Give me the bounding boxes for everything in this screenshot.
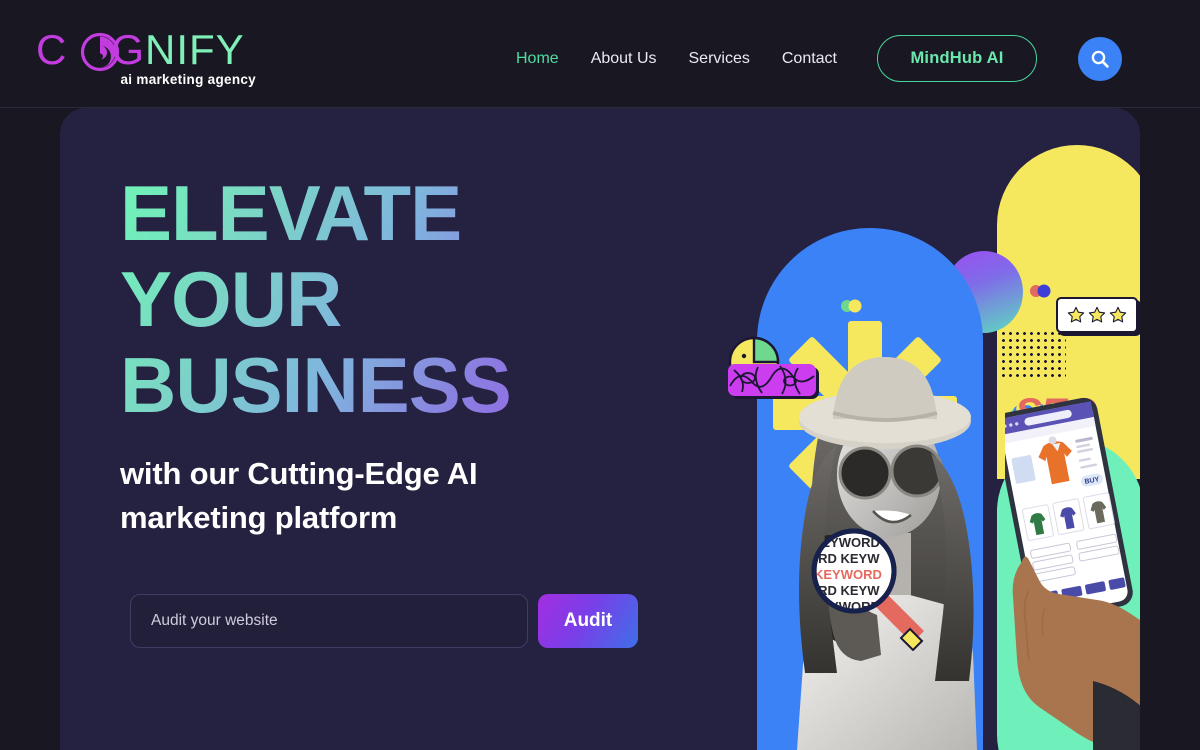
keyword-magnifier-icon: KEYWORD ORD KEYW KEYWORD ORD KEYW KEYWOR… [811, 528, 925, 651]
hero-text-block: ELEVATE YOUR BUSINESS with our Cutting-E… [120, 170, 660, 540]
dot-grid-pattern [1000, 330, 1066, 378]
hero-illustration: SEO [660, 108, 1140, 750]
phone-in-hand-illustration: BUY [1005, 397, 1140, 750]
hero-card: ELEVATE YOUR BUSINESS with our Cutting-E… [60, 108, 1140, 750]
logo[interactable]: C GNIFY ai marketing agency [36, 28, 256, 88]
search-button[interactable] [1078, 37, 1122, 81]
keyword-line-highlight: KEYWORD [814, 567, 882, 582]
main-navigation: Home About Us Services Contact [516, 50, 837, 68]
squiggle-pill-decoration [728, 364, 816, 396]
logo-letters-nify: NIFY [145, 26, 245, 73]
site-header: C GNIFY ai marketing agency Home About Us… [0, 0, 1200, 108]
star-rating-card [1056, 297, 1138, 333]
star-icon [1109, 306, 1127, 323]
star-icon [1067, 306, 1085, 323]
audit-website-input[interactable] [130, 594, 528, 648]
logo-spiral-icon [80, 32, 120, 72]
nav-item-home[interactable]: Home [516, 50, 559, 68]
audit-form: Audit [130, 594, 638, 648]
nav-item-services[interactable]: Services [689, 50, 750, 68]
blue-arch-shape [757, 228, 983, 750]
audit-submit-button[interactable]: Audit [538, 594, 638, 648]
star-icon [1088, 306, 1106, 323]
logo-letter-c: C [36, 26, 68, 73]
hero-subheadline: with our Cutting-Edge AI marketing platf… [120, 456, 478, 535]
hero-headline: ELEVATE YOUR BUSINESS [120, 170, 660, 428]
mindhub-ai-button[interactable]: MindHub AI [877, 35, 1037, 82]
logo-tagline: ai marketing agency [120, 72, 256, 87]
nav-item-contact[interactable]: Contact [782, 50, 837, 68]
nav-item-about-us[interactable]: About Us [591, 50, 657, 68]
dot-pair-decoration [841, 299, 862, 313]
search-icon [1091, 50, 1109, 68]
dot-pair-decoration [1030, 284, 1051, 298]
logo-wordmark: C GNIFY [36, 28, 256, 72]
